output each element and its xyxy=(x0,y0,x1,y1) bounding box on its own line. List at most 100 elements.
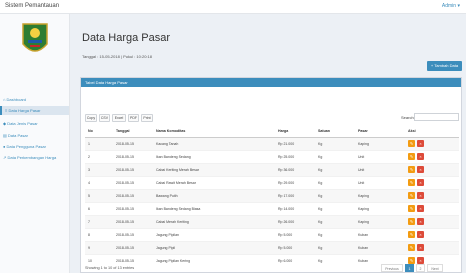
user-icon: ● xyxy=(3,144,6,149)
page-1-button[interactable]: 1 xyxy=(405,264,414,272)
column-header-no[interactable]: No xyxy=(85,126,113,138)
cell-no: 8 xyxy=(85,227,113,241)
cell-name: Ikan Bandeng Sedang Biasa xyxy=(153,201,275,215)
copy-button[interactable]: Copy xyxy=(85,114,97,122)
sidebar-item-perkembangan[interactable]: ↗ Data Perkembangan Harga xyxy=(3,155,56,160)
excel-button[interactable]: Excel xyxy=(112,114,126,122)
chart-icon: ↗ xyxy=(3,155,7,160)
trash-icon[interactable]: × xyxy=(417,205,424,212)
cell-date: 2018-05-15 xyxy=(113,175,153,189)
trash-icon[interactable]: × xyxy=(417,166,424,173)
edit-icon[interactable]: ✎ xyxy=(408,205,415,212)
page-date: Tanggal : 15-05-2018 | Pukul : 10:20:18 xyxy=(82,54,152,59)
cell-market: Unit xyxy=(355,149,405,163)
cell-no: 5 xyxy=(85,188,113,202)
trash-icon[interactable]: × xyxy=(417,140,424,147)
column-header-unit[interactable]: Satuan xyxy=(315,126,355,138)
trash-icon[interactable]: × xyxy=(417,192,424,199)
sidebar-item-label: Data Jenis Pasar xyxy=(7,121,38,126)
cell-actions: ✎ × xyxy=(405,188,459,202)
column-header-market[interactable]: Pasar xyxy=(355,126,405,138)
edit-icon[interactable]: ✎ xyxy=(408,244,415,251)
cell-price: Rp 5.000 xyxy=(275,227,315,241)
edit-icon[interactable]: ✎ xyxy=(408,166,415,173)
cell-actions: ✎ × xyxy=(405,175,459,189)
cell-no: 2 xyxy=(85,149,113,163)
cell-date: 2018-05-15 xyxy=(113,162,153,176)
entries-info: Showing 1 to 10 of 13 entries xyxy=(85,266,135,270)
cell-market: Unit xyxy=(355,175,405,189)
sidebar-item-harga-pasar[interactable]: ≡ Data Harga Pasar xyxy=(0,106,69,115)
sidebar: ⌂ Dashboard ≡ Data Harga Pasar ◆ Data Je… xyxy=(0,14,70,273)
sidebar-item-pengguna[interactable]: ● Data Pengguna Pasar xyxy=(3,144,46,149)
cell-price: Rp 36.000 xyxy=(275,162,315,176)
table-row: 3 2018-05-15 Cabai Keriting Merah Besar Rp … xyxy=(85,162,459,176)
user-icon: ▾ xyxy=(457,3,460,9)
cell-market: Kaping xyxy=(355,188,405,202)
previous-page-button[interactable]: Previous xyxy=(381,264,403,272)
cell-unit: Kg xyxy=(315,175,355,189)
cell-name: Kacang Tanah xyxy=(153,136,275,150)
cell-name: Jagung Pipilan Kering xyxy=(153,253,275,267)
home-icon: ⌂ xyxy=(3,97,6,102)
user-menu[interactable]: Admin ▾ xyxy=(442,3,460,9)
cell-date: 2018-05-15 xyxy=(113,201,153,215)
edit-icon[interactable]: ✎ xyxy=(408,153,415,160)
cell-date: 2018-05-15 xyxy=(113,227,153,241)
edit-icon[interactable]: ✎ xyxy=(408,218,415,225)
cell-name: Jagung Pipil xyxy=(153,240,275,254)
cell-market: Kuban xyxy=(355,240,405,254)
store-icon: ▤ xyxy=(3,133,7,138)
sidebar-item-pasar[interactable]: ▤ Data Pasar xyxy=(3,133,28,138)
cell-market: Kuban xyxy=(355,227,405,241)
trash-icon[interactable]: × xyxy=(417,231,424,238)
column-header-date[interactable]: Tanggal xyxy=(113,126,153,138)
add-data-button[interactable]: + Tambah Data xyxy=(427,61,462,71)
edit-icon[interactable]: ✎ xyxy=(408,231,415,238)
page-2-button[interactable]: 2 xyxy=(416,264,425,272)
price-table: No Tanggal Nama Komoditas Harga Satuan P… xyxy=(85,126,459,267)
cell-actions: ✎ × xyxy=(405,240,459,254)
cell-no: 3 xyxy=(85,162,113,176)
sidebar-item-label: Data Pengguna Pasar xyxy=(6,144,46,149)
column-header-action[interactable]: Aksi xyxy=(405,126,459,138)
cell-unit: Kg xyxy=(315,227,355,241)
print-button[interactable]: Print xyxy=(141,114,153,122)
cell-actions: ✎ × xyxy=(405,136,459,150)
cell-no: 7 xyxy=(85,214,113,228)
user-name: Admin xyxy=(441,3,457,9)
trash-icon[interactable]: × xyxy=(417,153,424,160)
table-row: 4 2018-05-15 Cabai Rawit Merah Besar Rp 29.… xyxy=(85,175,459,189)
table-header-row: No Tanggal Nama Komoditas Harga Satuan P… xyxy=(85,126,459,138)
trash-icon[interactable]: × xyxy=(417,218,424,225)
next-page-button[interactable]: Next xyxy=(427,264,443,272)
edit-icon[interactable]: ✎ xyxy=(408,140,415,147)
cell-name: Cabai Rawit Merah Besar xyxy=(153,175,275,189)
list-icon: ≡ xyxy=(5,108,8,113)
sidebar-item-label: Data Perkembangan Harga xyxy=(7,155,57,160)
edit-icon[interactable]: ✎ xyxy=(408,192,415,199)
cell-unit: Kg xyxy=(315,188,355,202)
cell-price: Rp 5.000 xyxy=(275,240,315,254)
cell-price: Rp 26.000 xyxy=(275,214,315,228)
cell-price: Rp 6.000 xyxy=(275,253,315,267)
csv-button[interactable]: CSV xyxy=(99,114,110,122)
sidebar-item-dashboard[interactable]: ⌂ Dashboard xyxy=(3,97,26,102)
trash-icon[interactable]: × xyxy=(417,244,424,251)
cell-date: 2018-05-15 xyxy=(113,149,153,163)
cell-name: Cabai Merah Keriting xyxy=(153,214,275,228)
pdf-button[interactable]: PDF xyxy=(128,114,139,122)
cell-price: Rp 25.000 xyxy=(275,149,315,163)
sidebar-item-jenis-pasar[interactable]: ◆ Data Jenis Pasar xyxy=(3,121,38,126)
cell-price: Rp 21.000 xyxy=(275,136,315,150)
cell-actions: ✎ × xyxy=(405,227,459,241)
cell-unit: Kg xyxy=(315,149,355,163)
column-header-price[interactable]: Harga xyxy=(275,126,315,138)
trash-icon[interactable]: × xyxy=(417,179,424,186)
column-header-name[interactable]: Nama Komoditas xyxy=(153,126,275,138)
cell-price: Rp 17.000 xyxy=(275,188,315,202)
edit-icon[interactable]: ✎ xyxy=(408,179,415,186)
table-row: 8 2018-05-15 Jagung Pipilan Rp 5.000 Kg Kuban… xyxy=(85,227,459,241)
cell-unit: Kg xyxy=(315,201,355,215)
search-input[interactable] xyxy=(414,113,459,121)
